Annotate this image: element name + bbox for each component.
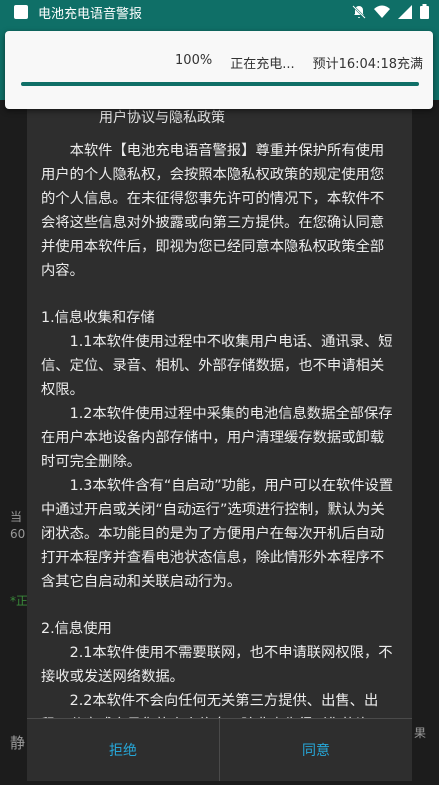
paragraph-intro: 本软件【电池充电语音警报】尊重并保护所有使用用户的个人隐私权，会按照本隐私权政策…: [41, 143, 385, 279]
background-text: 60: [10, 527, 26, 541]
background-text: 静: [10, 734, 26, 752]
wifi-icon: [374, 5, 390, 18]
charge-percent: 100%: [175, 53, 213, 68]
dialog-button-bar: 拒绝 同意: [27, 718, 412, 781]
notification-row: 100% 正在充电... 预计16:04:18充满: [5, 53, 423, 72]
background-text: *正: [10, 594, 29, 608]
paragraph: 1.1本软件使用过程中不收集用户电话、通讯录、短信、定位、录音、相机、外部存储数…: [41, 334, 393, 398]
status-app-title: 电池充电语音警报: [38, 6, 143, 22]
app-icon: [14, 5, 28, 19]
dialog-title: 用户协议与隐私政策: [99, 110, 225, 126]
bell-off-icon: [352, 4, 366, 19]
status-bar: 电池充电语音警报: [0, 0, 439, 24]
charge-status: 正在充电...: [230, 57, 295, 72]
section-heading: 1.信息收集和存储: [41, 310, 155, 326]
charge-estimate: 预计16:04:18充满: [312, 57, 423, 72]
paragraph: 1.2本软件使用过程中采集的电池信息数据全部保存在用户本地设备内部存储中，用户清…: [41, 406, 393, 470]
signal-icon: [398, 4, 412, 19]
decline-button[interactable]: 拒绝: [27, 719, 219, 781]
charge-progress-bar: [21, 82, 419, 86]
paragraph: 1.3本软件含有“自启动”功能，用户可以在软件设置中通过开启或关闭“自动运行”选…: [41, 478, 394, 590]
paragraph: 2.1本软件使用不需要联网，也不申请联网权限，不接收或发送网络数据。: [41, 645, 393, 685]
dialog-content[interactable]: 本软件【电池充电语音警报】尊重并保护所有使用用户的个人隐私权，会按照本隐私权政策…: [41, 139, 397, 785]
charge-progress-fill: [21, 82, 419, 86]
background-text: 果: [414, 726, 427, 740]
battery-icon: [420, 4, 429, 19]
status-icons: [352, 4, 429, 19]
agree-button[interactable]: 同意: [219, 719, 412, 781]
background-text: 当: [10, 510, 23, 524]
privacy-dialog: 用户协议与隐私政策 本软件【电池充电语音警报】尊重并保护所有使用用户的个人隐私权…: [27, 109, 412, 781]
section-heading: 2.信息使用: [41, 621, 112, 637]
charging-notification[interactable]: 100% 正在充电... 预计16:04:18充满: [5, 31, 433, 109]
